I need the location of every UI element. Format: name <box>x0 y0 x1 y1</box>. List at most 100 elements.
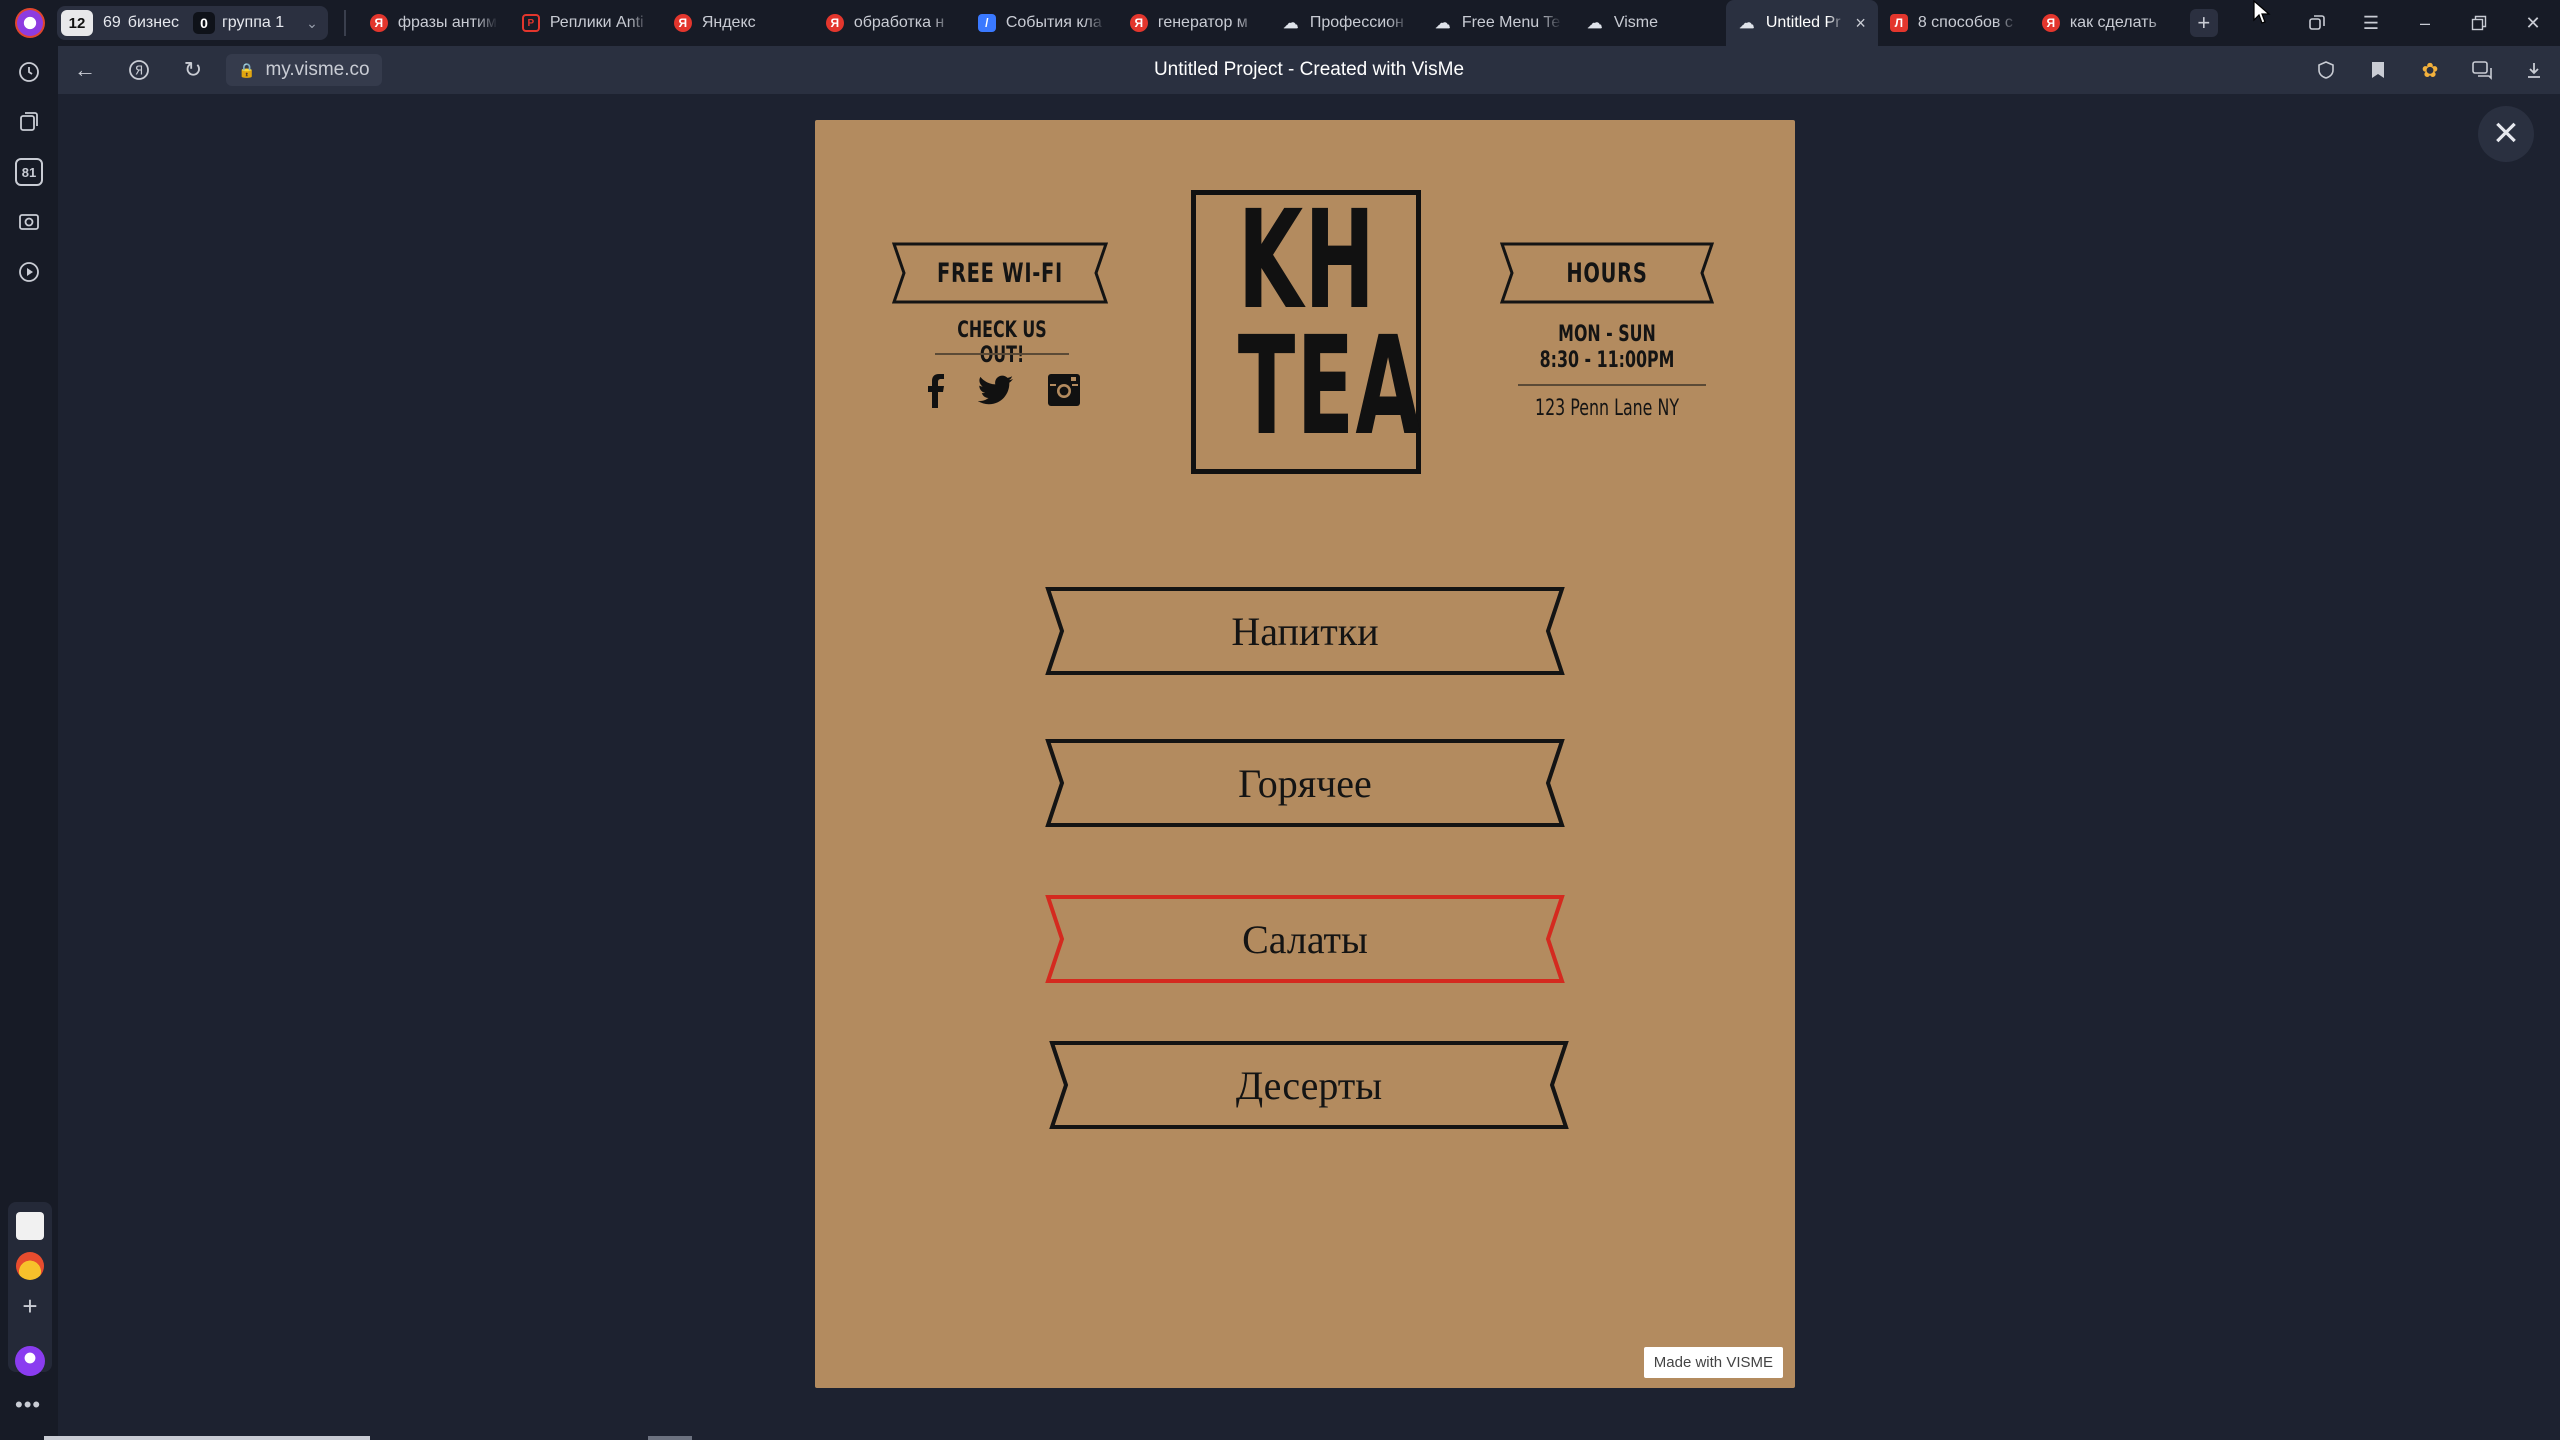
slash-icon: / <box>977 14 996 32</box>
browser-tab[interactable]: Яобработка н <box>814 0 966 46</box>
category-ribbon[interactable]: Горячее <box>1045 738 1565 828</box>
browser-tab[interactable]: Л 8 способов с <box>1878 0 2030 46</box>
tab-label: Visme <box>1613 14 1658 31</box>
tab-group-pill[interactable]: 12 69 бизнес 0 группа 1 ⌄ <box>57 6 328 40</box>
more-dots-icon[interactable]: ••• <box>15 1392 41 1418</box>
yandex-icon: Я <box>1129 14 1148 32</box>
close-tab-icon[interactable]: × <box>1855 13 1866 34</box>
hours-label: HOURS <box>1566 257 1648 289</box>
category-ribbon[interactable]: Десерты <box>1049 1040 1569 1130</box>
tab-group-business[interactable]: 69 бизнес <box>99 6 183 40</box>
add-panel-icon[interactable]: + <box>16 1291 44 1321</box>
browser-tab[interactable]: P Реплики Anti <box>510 0 662 46</box>
yandex-icon: Я <box>825 14 844 32</box>
download-icon[interactable] <box>2508 46 2560 94</box>
browser-tab[interactable]: ☁ Untitled Pr × <box>1725 0 1878 46</box>
logo-line-2: TEA <box>1237 308 1422 466</box>
bookmark-icon[interactable] <box>2352 46 2404 94</box>
tab-label: Яндекс <box>701 14 756 31</box>
horizontal-scrollbar[interactable] <box>44 1436 370 1440</box>
category-label: Горячее <box>1238 760 1372 806</box>
pdf-icon: P <box>521 14 540 32</box>
tabs-list: Яфразы антим P Реплики Anti Я Яндекс Яобработ… <box>358 0 2182 46</box>
yandex-icon: Я <box>369 14 388 32</box>
calendar-badge-icon[interactable]: 81 <box>15 158 43 186</box>
kh-tea-logo: KH TEA <box>1191 190 1421 474</box>
browser-tab[interactable]: Ягенератор м <box>1118 0 1270 46</box>
made-with-visme-badge[interactable]: Made with VISME <box>1643 1347 1783 1378</box>
category-label: Напитки <box>1231 608 1379 654</box>
yandex-home-icon[interactable]: Я <box>112 46 166 94</box>
url-text: my.visme.co <box>265 59 370 80</box>
messages-icon[interactable] <box>2456 46 2508 94</box>
tab-label: 8 способов с <box>1917 14 2013 31</box>
browser-tab[interactable]: ☁ Visme <box>1574 0 1726 46</box>
browser-tab[interactable]: ☁ Профессион <box>1270 0 1422 46</box>
close-viewer-button[interactable]: × <box>2478 106 2534 162</box>
hours-days: MON - SUN <box>1558 322 1656 347</box>
tab-separator <box>343 10 346 36</box>
category-label: Салаты <box>1242 916 1368 962</box>
history-icon[interactable] <box>15 58 43 86</box>
l-icon: Л <box>1889 14 1908 32</box>
visme-icon: ☁ <box>1587 15 1603 32</box>
address-text: 123 Penn Lane NY <box>1535 396 1679 421</box>
collections-icon[interactable] <box>15 108 43 136</box>
instagram-icon[interactable] <box>1047 370 1081 410</box>
divider-right <box>1518 384 1706 386</box>
business-label: бизнес <box>127 14 179 31</box>
wifi-ribbon: FREE WI-FI <box>892 242 1108 304</box>
tab-count-badge[interactable]: 12 <box>61 10 93 36</box>
url-field[interactable]: 🔒 my.visme.co <box>226 54 382 86</box>
visme-icon: ☁ <box>1739 15 1755 32</box>
chevron-down-icon[interactable]: ⌄ <box>306 15 318 32</box>
twitter-icon[interactable] <box>978 370 1014 410</box>
tab-label: События кла <box>1005 14 1102 31</box>
address-bar-actions: ✿ <box>2300 46 2560 94</box>
social-links <box>925 370 1081 410</box>
menu-icon[interactable]: ☰ <box>2344 0 2398 46</box>
tab-label: Untitled Pr <box>1765 14 1841 31</box>
visme-icon: ☁ <box>1435 15 1451 32</box>
menu-canvas: FREE WI-FI CHECK US OUT! KH TEA HOURS MO… <box>815 120 1795 1388</box>
yandex-icon: Я <box>673 14 692 32</box>
browser-tab[interactable]: Яфразы антим <box>358 0 510 46</box>
category-label: Десерты <box>1235 1062 1383 1108</box>
alice-assistant-icon[interactable] <box>15 1346 45 1376</box>
visme-icon: ☁ <box>1283 15 1299 32</box>
tab-group-1[interactable]: 0 группа 1 <box>189 6 288 40</box>
tab-label: Профессион <box>1309 14 1404 31</box>
divider-left <box>935 353 1069 355</box>
window-controls: ☰ – ✕ <box>2290 0 2560 46</box>
browser-tab[interactable]: ☁ Free Menu Te <box>1422 0 1574 46</box>
group-label: группа 1 <box>221 14 285 31</box>
mail-app-icon[interactable] <box>16 1252 44 1280</box>
address-bar: ← Я ↻ 🔒 my.visme.co Untitled Project - C… <box>58 46 2560 94</box>
category-ribbon[interactable]: Салаты <box>1045 894 1565 984</box>
wifi-label: FREE WI-FI <box>936 257 1064 289</box>
category-ribbon[interactable]: Напитки <box>1045 586 1565 676</box>
page-title: Untitled Project - Created with VisMe <box>1153 59 1465 80</box>
facebook-icon[interactable] <box>925 370 945 410</box>
browser-logo-icon[interactable] <box>15 8 45 38</box>
browser-tab[interactable]: Я Яндекс <box>662 0 814 46</box>
tab-label: как сделать <box>2069 14 2157 31</box>
browser-tab[interactable]: / События кла <box>966 0 1118 46</box>
browser-tab[interactable]: Якак сделать <box>2030 0 2182 46</box>
close-window-icon[interactable]: ✕ <box>2506 0 2560 46</box>
protect-icon[interactable] <box>2300 46 2352 94</box>
hours-time: 8:30 - 11:00PM <box>1539 348 1675 373</box>
back-arrow-icon[interactable]: ← <box>58 46 112 94</box>
browser-sidebar: 81 + ••• <box>0 46 58 1440</box>
new-tab-button[interactable]: + <box>2189 9 2218 37</box>
play-icon[interactable] <box>15 258 43 286</box>
extension-icon[interactable]: ✿ <box>2404 46 2456 94</box>
hours-ribbon: HOURS <box>1500 242 1714 304</box>
restore-icon[interactable] <box>2452 0 2506 46</box>
notes-app-icon[interactable] <box>16 1212 44 1240</box>
tabs-overview-icon[interactable] <box>2290 0 2344 46</box>
minimize-icon[interactable]: – <box>2398 0 2452 46</box>
screenshot-icon[interactable] <box>15 208 43 236</box>
svg-text:Я: Я <box>135 64 143 78</box>
reload-icon[interactable]: ↻ <box>166 46 220 94</box>
